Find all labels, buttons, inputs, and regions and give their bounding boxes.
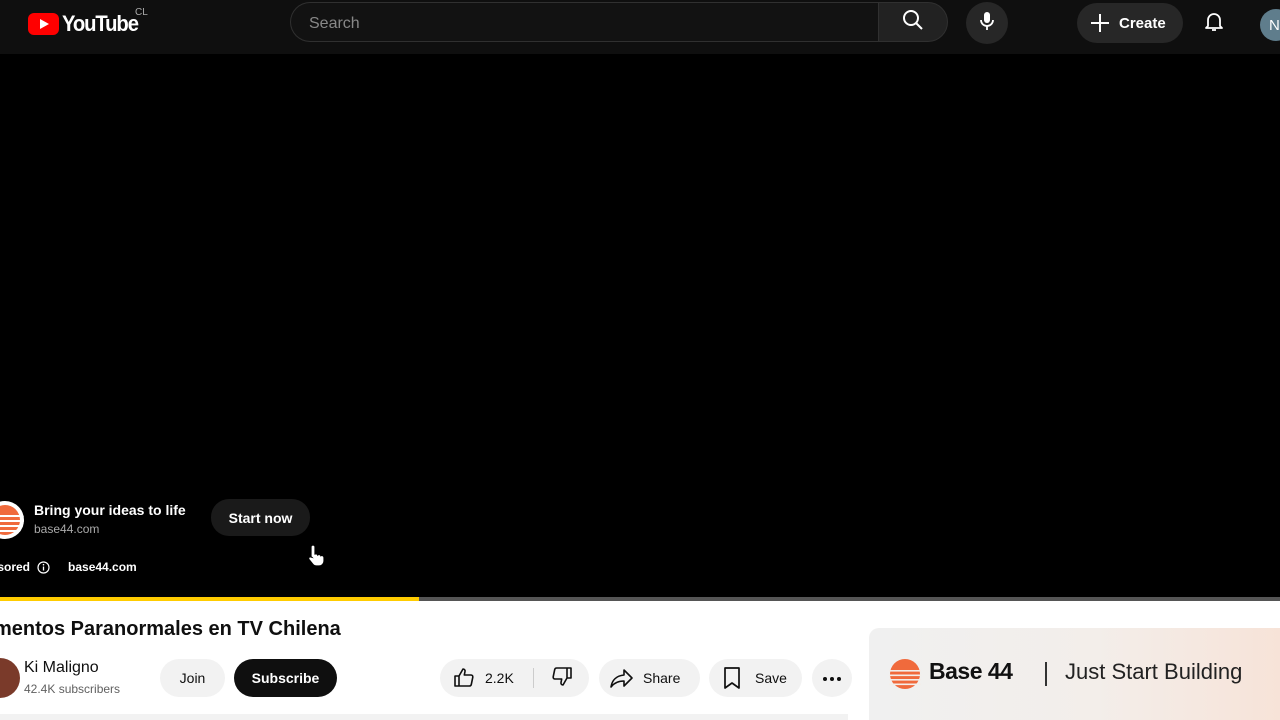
start-now-button[interactable]: Start now [211, 499, 310, 536]
logo-text: YouTube [62, 11, 139, 36]
account-avatar[interactable]: N [1260, 9, 1280, 41]
create-button[interactable]: Create [1077, 3, 1183, 43]
join-button[interactable]: Join [160, 659, 225, 697]
sponsored-row: nsored base44.com [0, 560, 137, 574]
share-label: Share [643, 670, 681, 686]
companion-ad-banner[interactable]: Base 44 Just Start Building [869, 628, 1280, 720]
bookmark-icon [721, 666, 743, 690]
info-icon[interactable] [37, 560, 50, 574]
search-icon [901, 8, 925, 37]
masthead: YouTube CL Create N [0, 0, 1280, 54]
divider [1045, 662, 1047, 686]
more-actions-button[interactable] [812, 659, 852, 697]
like-dislike-group: 2.2K [440, 659, 589, 697]
description-box-edge [0, 714, 848, 720]
progress-bar[interactable] [0, 597, 1280, 601]
ad-headline[interactable]: Bring your ideas to life [34, 502, 186, 518]
thumbs-down-icon [550, 664, 574, 693]
video-player[interactable]: Bring your ideas to life base44.com Star… [0, 54, 1280, 601]
subscriber-count: 42.4K subscribers [24, 682, 121, 696]
progress-fill [0, 597, 419, 601]
advertiser-logo[interactable] [0, 501, 24, 539]
sponsored-domain[interactable]: base44.com [68, 560, 137, 574]
channel-name[interactable]: Ki Maligno [24, 659, 99, 677]
sponsored-label: nsored [0, 560, 31, 574]
save-label: Save [755, 670, 787, 686]
share-icon [609, 666, 635, 690]
more-icon [822, 669, 842, 687]
country-code: CL [135, 7, 148, 18]
voice-search-button[interactable] [966, 2, 1008, 44]
channel-avatar[interactable] [0, 658, 20, 698]
ad-overlay-card: Bring your ideas to life base44.com Star… [0, 499, 316, 549]
search-box [290, 2, 878, 42]
notifications-button[interactable] [1194, 3, 1234, 43]
search-input[interactable] [307, 12, 851, 36]
save-button[interactable]: Save [709, 659, 802, 697]
thumbs-up-icon [452, 666, 476, 690]
like-count: 2.2K [485, 670, 514, 686]
microphone-icon [975, 9, 999, 38]
base44-logo [889, 658, 921, 695]
ad-domain: base44.com [34, 522, 100, 536]
cursor-icon [307, 543, 327, 572]
search-button[interactable] [878, 2, 948, 42]
like-button[interactable]: 2.2K [440, 659, 533, 697]
banner-tagline: Just Start Building [1065, 659, 1243, 684]
bell-icon [1202, 9, 1226, 38]
youtube-play-icon [28, 13, 59, 35]
share-button[interactable]: Share [599, 659, 700, 697]
banner-brand: Base 44 [929, 658, 1013, 684]
create-label: Create [1119, 14, 1166, 32]
video-title: mentos Paranormales en TV Chilena [0, 618, 341, 640]
dislike-button[interactable] [534, 659, 589, 697]
subscribe-button[interactable]: Subscribe [234, 659, 337, 697]
plus-icon [1089, 12, 1111, 34]
